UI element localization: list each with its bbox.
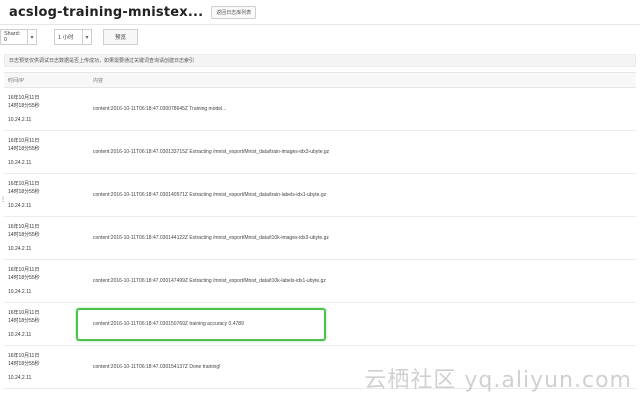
log-content: content:2016-10-11T06:18:47.030078645Z T…	[93, 106, 227, 112]
log-ip: 10.24.2.11	[8, 203, 32, 209]
back-to-logstore-list-button[interactable]: 返回日志库列表	[211, 5, 257, 19]
table-row: 16年10月11日 14时18分55秒 10.24.2.11 content:2…	[4, 88, 636, 131]
log-date: 16年10月11日	[8, 181, 40, 187]
log-time: 14时18分55秒	[8, 361, 40, 367]
table-header: 时间/IP 内容	[4, 72, 636, 88]
log-content: content:2016-10-11T06:18:47.030147499Z E…	[93, 278, 326, 284]
log-date: 16年10月11日	[8, 267, 40, 273]
log-ip: 10.24.2.11	[8, 332, 32, 338]
time-range-select[interactable]: 1 小时 ▾	[54, 29, 92, 45]
shard-select[interactable]: Shard: 0 ▾	[0, 29, 37, 45]
log-time: 14时18分55秒	[8, 232, 40, 238]
watermark: 云栖社区 yq.aliyun.com	[364, 368, 632, 393]
chevron-down-icon: ▾	[82, 30, 91, 44]
log-ip: 10.24.2.11	[8, 375, 32, 381]
header-divider	[0, 24, 640, 25]
column-header-time-ip: 时间/IP	[8, 77, 25, 84]
table-row: 16年10月11日 14时18分55秒 10.24.2.11 content:2…	[4, 260, 636, 303]
log-content: content:2016-10-11T06:18:47.030140571Z E…	[93, 192, 327, 198]
time-ip-cell: 16年10月11日 14时18分55秒 10.24.2.11	[4, 346, 90, 388]
log-table: 时间/IP 内容 16年10月11日 14时18分55秒 10.24.2.11 …	[4, 72, 636, 389]
log-ip: 10.24.2.11	[8, 246, 32, 252]
log-time: 14时18分55秒	[8, 189, 40, 195]
log-date: 16年10月11日	[8, 310, 40, 316]
log-date: 16年10月11日	[8, 95, 40, 101]
highlight-box	[76, 308, 326, 341]
log-ip: 10.24.2.11	[8, 289, 32, 295]
table-row: 16年10月11日 14时18分55秒 10.24.2.11 content:2…	[4, 217, 636, 260]
preview-button[interactable]: 预览	[103, 29, 138, 45]
time-ip-cell: 16年10月11日 14时18分55秒 10.24.2.11	[4, 217, 90, 259]
log-time: 14时18分55秒	[8, 146, 40, 152]
table-row: 16年10月11日 14时18分55秒 10.24.2.11 content:2…	[4, 174, 636, 217]
log-time: 14时18分55秒	[8, 275, 40, 281]
log-date: 16年10月11日	[8, 353, 40, 359]
log-time: 14时18分55秒	[8, 103, 40, 109]
time-ip-cell: 16年10月11日 14时18分55秒 10.24.2.11	[4, 88, 90, 130]
drag-handle-icon[interactable]: ⋮	[0, 196, 6, 210]
column-header-content: 内容	[93, 77, 104, 84]
preview-notice: 日志预览仅供调试日志数据是否上传成功，如果需要通过关键词查询请创建日志索引	[4, 54, 636, 67]
time-ip-cell: 16年10月11日 14时18分55秒 10.24.2.11	[4, 260, 90, 302]
log-date: 16年10月11日	[8, 224, 40, 230]
time-range-select-value: 1 小时	[58, 35, 74, 41]
log-content: content:2016-10-11T06:18:47.030133715Z E…	[93, 149, 330, 155]
table-row: 16年10月11日 14时18分55秒 10.24.2.11 content:2…	[4, 131, 636, 174]
chevron-down-icon: ▾	[27, 30, 36, 44]
log-date: 16年10月11日	[8, 138, 40, 144]
shard-select-value: Shard: 0	[4, 31, 21, 43]
log-time: 14时18分55秒	[8, 318, 40, 324]
page-title: acslog-training-mnistex...	[9, 4, 204, 20]
time-ip-cell: 16年10月11日 14时18分55秒 10.24.2.11	[4, 131, 90, 173]
log-ip: 10.24.2.11	[8, 160, 32, 166]
log-content: content:2016-10-11T06:18:47.030144122Z E…	[93, 235, 329, 241]
log-ip: 10.24.2.11	[8, 117, 32, 123]
table-row-highlighted: 16年10月11日 14时18分55秒 10.24.2.11 content:2…	[4, 303, 636, 346]
time-ip-cell: 16年10月11日 14时18分55秒 10.24.2.11	[4, 174, 90, 216]
page-header: acslog-training-mnistex... 返回日志库列表	[0, 0, 640, 24]
